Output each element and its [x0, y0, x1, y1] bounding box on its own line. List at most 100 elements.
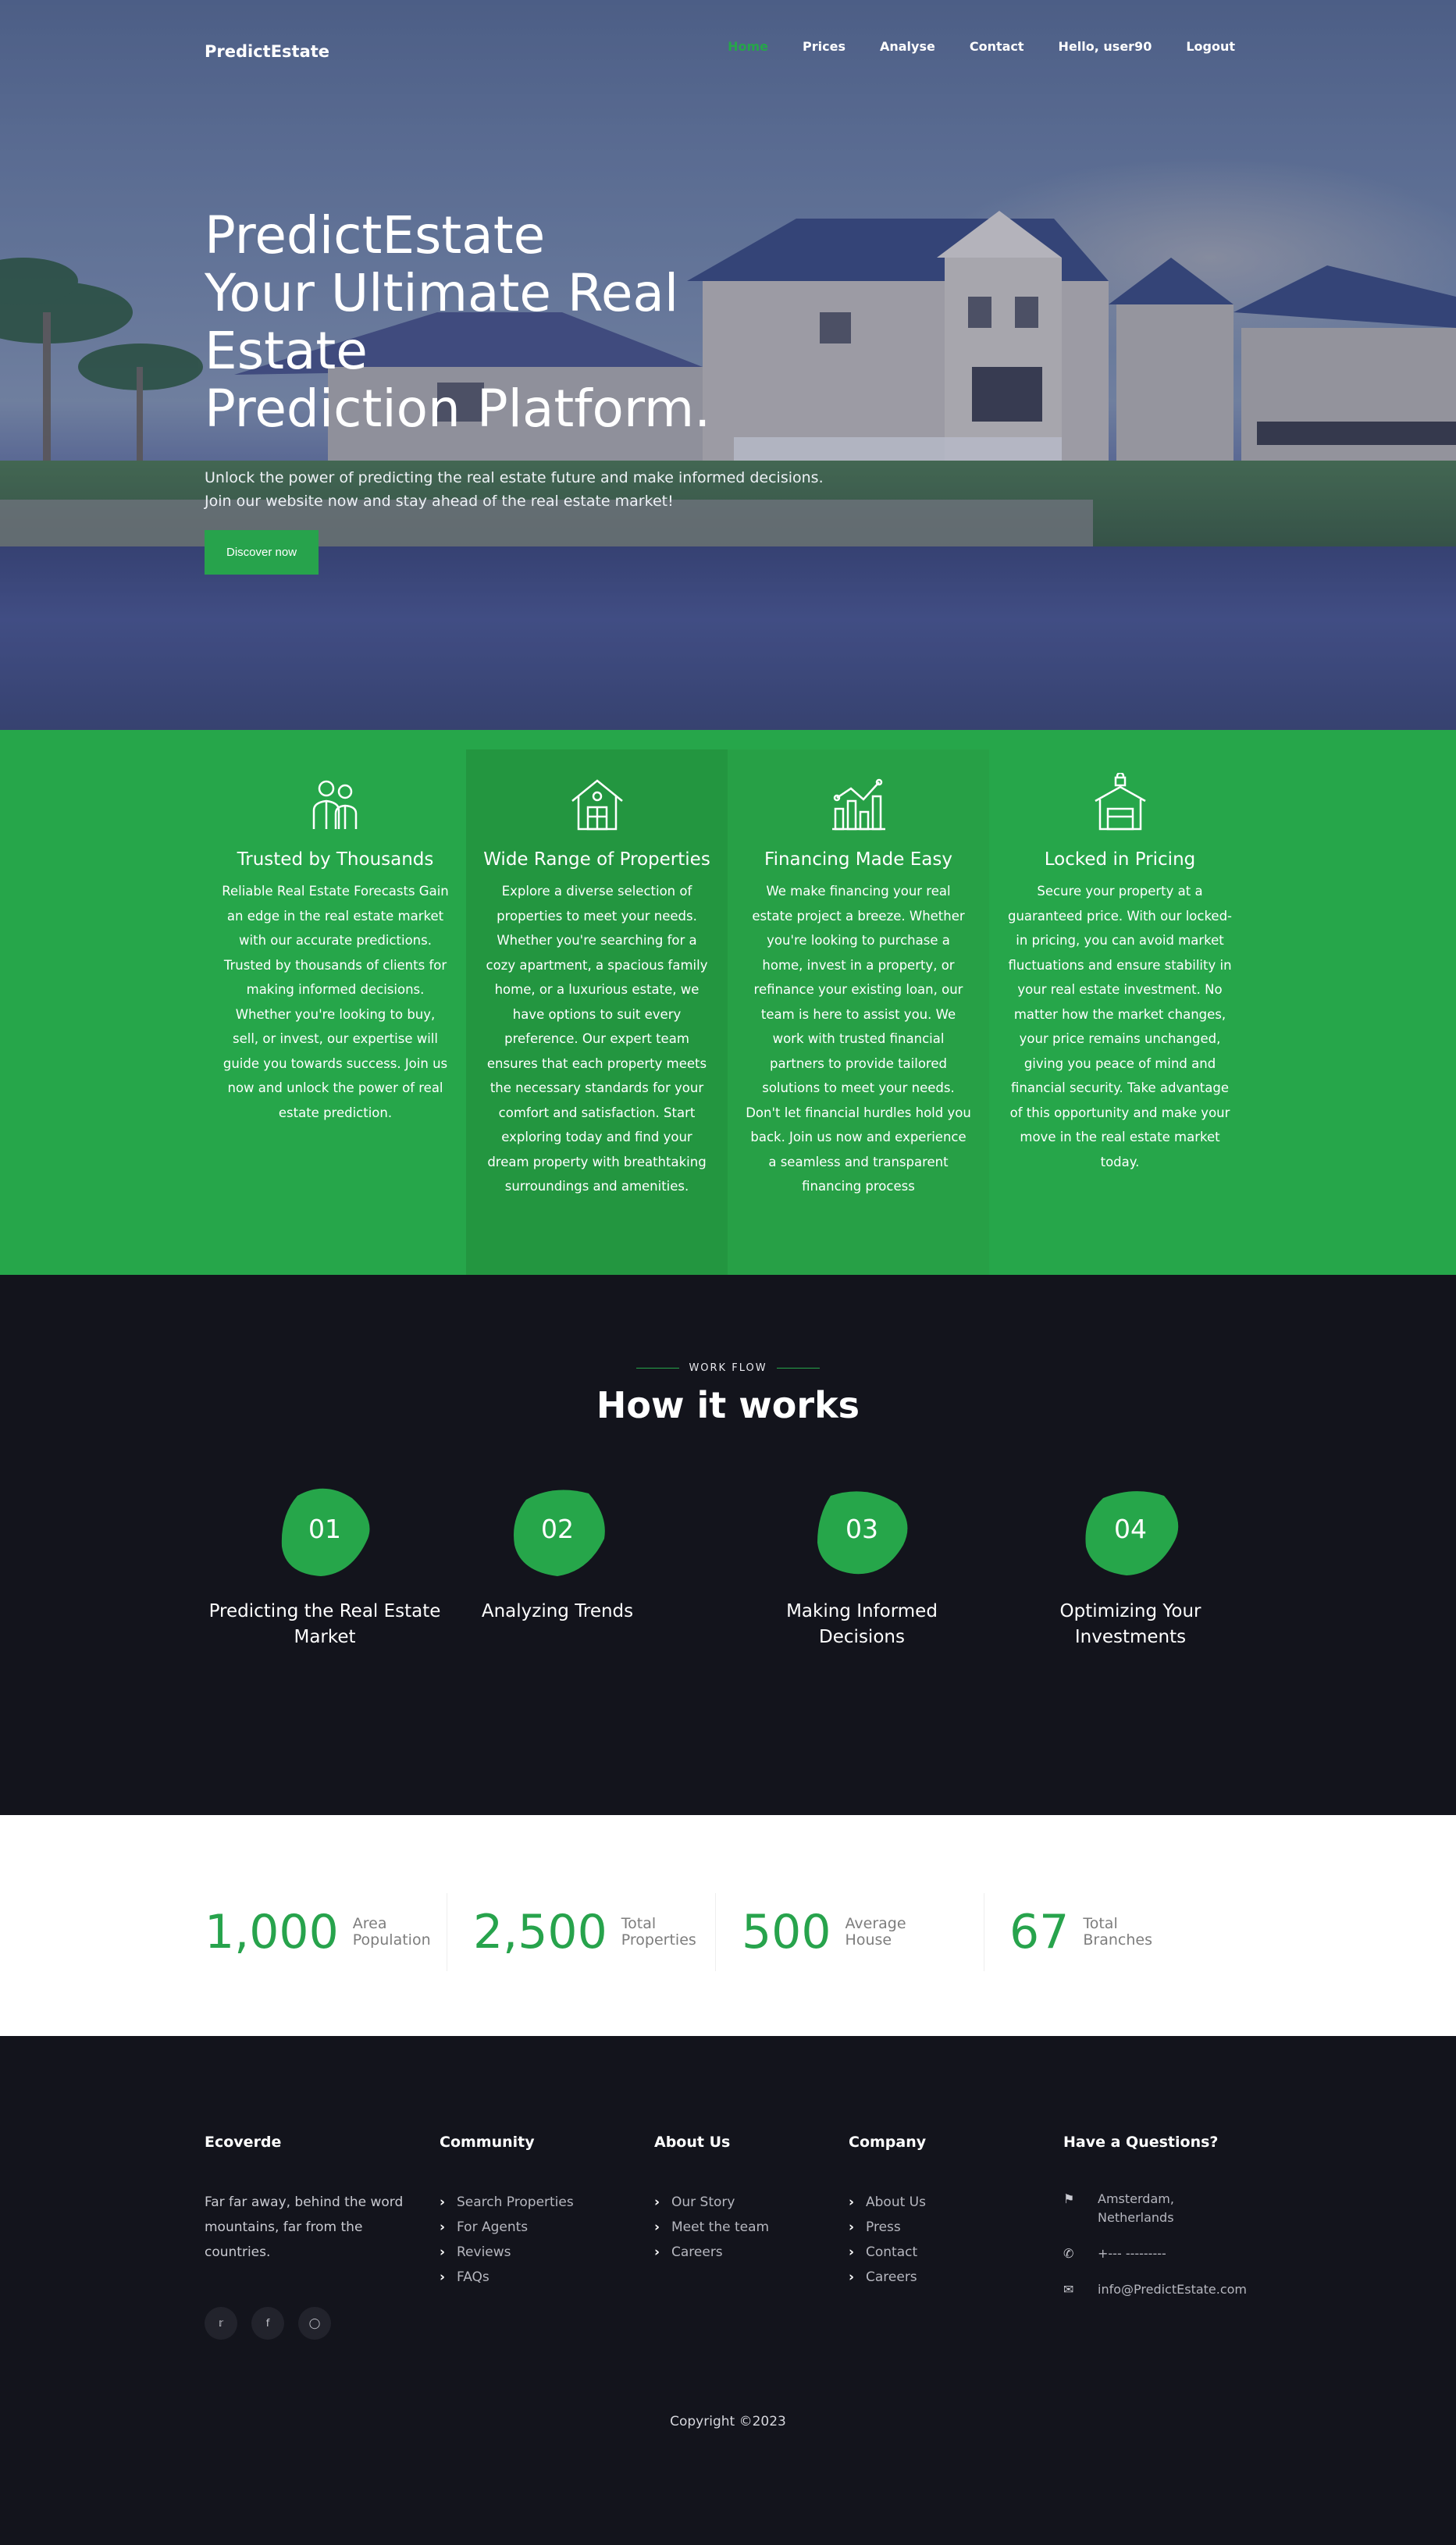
footer-link[interactable]: › Reviews: [440, 2240, 574, 2265]
chevron-right-icon: ›: [440, 2194, 446, 2210]
copyright-text: Copyright ©2023: [670, 2414, 786, 2429]
nav-user-greeting[interactable]: Hello, user90: [1059, 39, 1152, 54]
step-title: Predicting the Real Estate Market: [208, 1601, 441, 1647]
footer-link[interactable]: › About Us: [849, 2190, 926, 2215]
footer-brand: Ecoverde: [205, 2134, 282, 2151]
brand-logo[interactable]: PredictEstate: [205, 42, 329, 61]
map-icon: ⚑: [1063, 2191, 1075, 2206]
hero-title-line-2: Your Ultimate Real Estate: [205, 263, 679, 381]
twitter-icon[interactable]: 𝕣: [205, 2307, 237, 2340]
step-title: Making Informed Decisions: [786, 1601, 938, 1647]
hero-subtitle: Unlock the power of predicting the real …: [205, 469, 824, 510]
step-number-badge: 01: [266, 1484, 383, 1582]
chevron-right-icon: ›: [440, 2269, 446, 2285]
chevron-right-icon: ›: [654, 2244, 660, 2260]
feature-title: Locked in Pricing: [1044, 849, 1196, 870]
feature-card-pricing: Locked in Pricing Secure your property a…: [989, 749, 1251, 1275]
top-navigation: PredictEstate Home Prices Analyse Contac…: [0, 0, 1456, 101]
feature-text: We make financing your real estate proje…: [746, 884, 971, 1194]
hero-section: PredictEstate Home Prices Analyse Contac…: [0, 0, 1456, 730]
phone-icon: ✆: [1063, 2246, 1074, 2261]
footer-link[interactable]: › Press: [849, 2215, 926, 2240]
step-number-badge: 04: [1072, 1484, 1189, 1582]
nav-link-home[interactable]: Home: [728, 39, 768, 54]
stat-divider: [715, 1893, 716, 1971]
footer-heading: Company: [849, 2134, 927, 2151]
feature-title: Wide Range of Properties: [483, 849, 710, 870]
feature-card-trusted: Trusted by Thousands Reliable Real Estat…: [205, 749, 466, 1275]
feature-title: Financing Made Easy: [764, 849, 952, 870]
stat-label: Average House: [845, 1915, 906, 1949]
envelope-icon: ✉: [1063, 2282, 1074, 2297]
footer-link[interactable]: › FAQs: [440, 2265, 574, 2290]
nav-links: Home Prices Analyse Contact Hello, user9…: [693, 39, 1235, 54]
instagram-icon[interactable]: ◯: [298, 2307, 331, 2340]
how-it-works-section: WORK FLOW How it works 01 Predicting the…: [0, 1275, 1456, 1815]
stat-number: 500: [742, 1905, 831, 1959]
step-title: Analyzing Trends: [481, 1601, 634, 1621]
footer-link[interactable]: › Contact: [849, 2240, 926, 2265]
footer-link[interactable]: › For Agents: [440, 2215, 574, 2240]
feature-text: Secure your property at a guaranteed pri…: [1007, 884, 1233, 1169]
stat-label: Area Population: [352, 1915, 431, 1949]
chevron-right-icon: ›: [849, 2194, 855, 2210]
footer-brand-column: Ecoverde Far far away, behind the word m…: [205, 2134, 408, 2265]
footer-link[interactable]: › Careers: [654, 2240, 769, 2265]
workflow-step: 04 Optimizing Your Investments: [1013, 1484, 1248, 1650]
hero-title: PredictEstate Your Ultimate Real Estate …: [205, 207, 829, 438]
hero-title-line-1: PredictEstate: [205, 205, 546, 265]
section-title: How it works: [596, 1384, 860, 1426]
features-section: Trusted by Thousands Reliable Real Estat…: [0, 730, 1456, 1275]
discover-now-button[interactable]: Discover now: [205, 530, 319, 575]
facebook-icon[interactable]: f: [251, 2307, 284, 2340]
feature-title: Trusted by Thousands: [237, 849, 434, 870]
footer-link[interactable]: › Our Story: [654, 2190, 769, 2215]
footer-community-column: Community › Search Properties › For Agents…: [440, 2134, 574, 2290]
footer-company-column: Company › About Us › Press › Contact › Caree…: [849, 2134, 926, 2290]
nav-link-contact[interactable]: Contact: [970, 39, 1024, 54]
site-footer: Ecoverde Far far away, behind the word m…: [0, 2036, 1456, 2545]
stat-number: 1,000: [205, 1905, 339, 1959]
house-icon: [571, 779, 623, 831]
stat-item: 67 Total Branches: [1009, 1893, 1169, 1971]
eyebrow-divider: [776, 1368, 820, 1369]
stat-item: 500 Average House: [742, 1893, 931, 1971]
footer-heading: About Us: [654, 2134, 731, 2151]
footer-link[interactable]: › Careers: [849, 2265, 926, 2290]
hero-title-line-3: Prediction Platform.: [205, 379, 711, 439]
nav-link-logout[interactable]: Logout: [1186, 39, 1235, 54]
nav-link-prices[interactable]: Prices: [803, 39, 845, 54]
stats-section: 1,000 Area Population 2,500 Total Proper…: [0, 1815, 1456, 2036]
chevron-right-icon: ›: [654, 2219, 660, 2235]
section-eyebrow: WORK FLOW: [0, 1362, 1456, 1374]
stat-label: Total Branches: [1083, 1915, 1152, 1949]
contact-email[interactable]: ✉ info@PredictEstate.com: [1063, 2280, 1247, 2299]
chevron-right-icon: ›: [849, 2244, 855, 2260]
workflow-step: 01 Predicting the Real Estate Market: [208, 1484, 442, 1650]
stat-item: 1,000 Area Population: [205, 1893, 439, 1971]
footer-link[interactable]: › Search Properties: [440, 2190, 574, 2215]
chevron-right-icon: ›: [849, 2269, 855, 2285]
contact-phone[interactable]: ✆ +--- ---------: [1063, 2244, 1247, 2263]
step-title: Optimizing Your Investments: [1059, 1601, 1201, 1647]
agents-icon: [312, 780, 357, 829]
footer-heading: Community: [440, 2134, 535, 2151]
step-number-badge: 03: [803, 1484, 920, 1582]
step-number-badge: 02: [499, 1484, 616, 1582]
chevron-right-icon: ›: [849, 2219, 855, 2235]
chart-icon: [831, 778, 885, 831]
chevron-right-icon: ›: [440, 2244, 446, 2260]
stat-number: 67: [1009, 1905, 1070, 1959]
workflow-step: 02 Analyzing Trends: [440, 1484, 675, 1625]
stat-number: 2,500: [473, 1905, 607, 1959]
hero-content: PredictEstate Your Ultimate Real Estate …: [205, 207, 829, 575]
contact-address: ⚑ Amsterdam, Netherlands: [1063, 2190, 1247, 2227]
nav-link-analyse[interactable]: Analyse: [880, 39, 935, 54]
social-links: 𝕣 f ◯: [205, 2307, 331, 2340]
footer-heading: Have a Questions?: [1063, 2134, 1219, 2151]
stat-item: 2,500 Total Properties: [473, 1893, 707, 1971]
feature-text: Reliable Real Estate Forecasts Gain an e…: [222, 884, 449, 1120]
eyebrow-divider: [636, 1368, 680, 1369]
footer-link[interactable]: › Meet the team: [654, 2215, 769, 2240]
footer-about-text: Far far away, behind the word mountains,…: [205, 2194, 404, 2260]
